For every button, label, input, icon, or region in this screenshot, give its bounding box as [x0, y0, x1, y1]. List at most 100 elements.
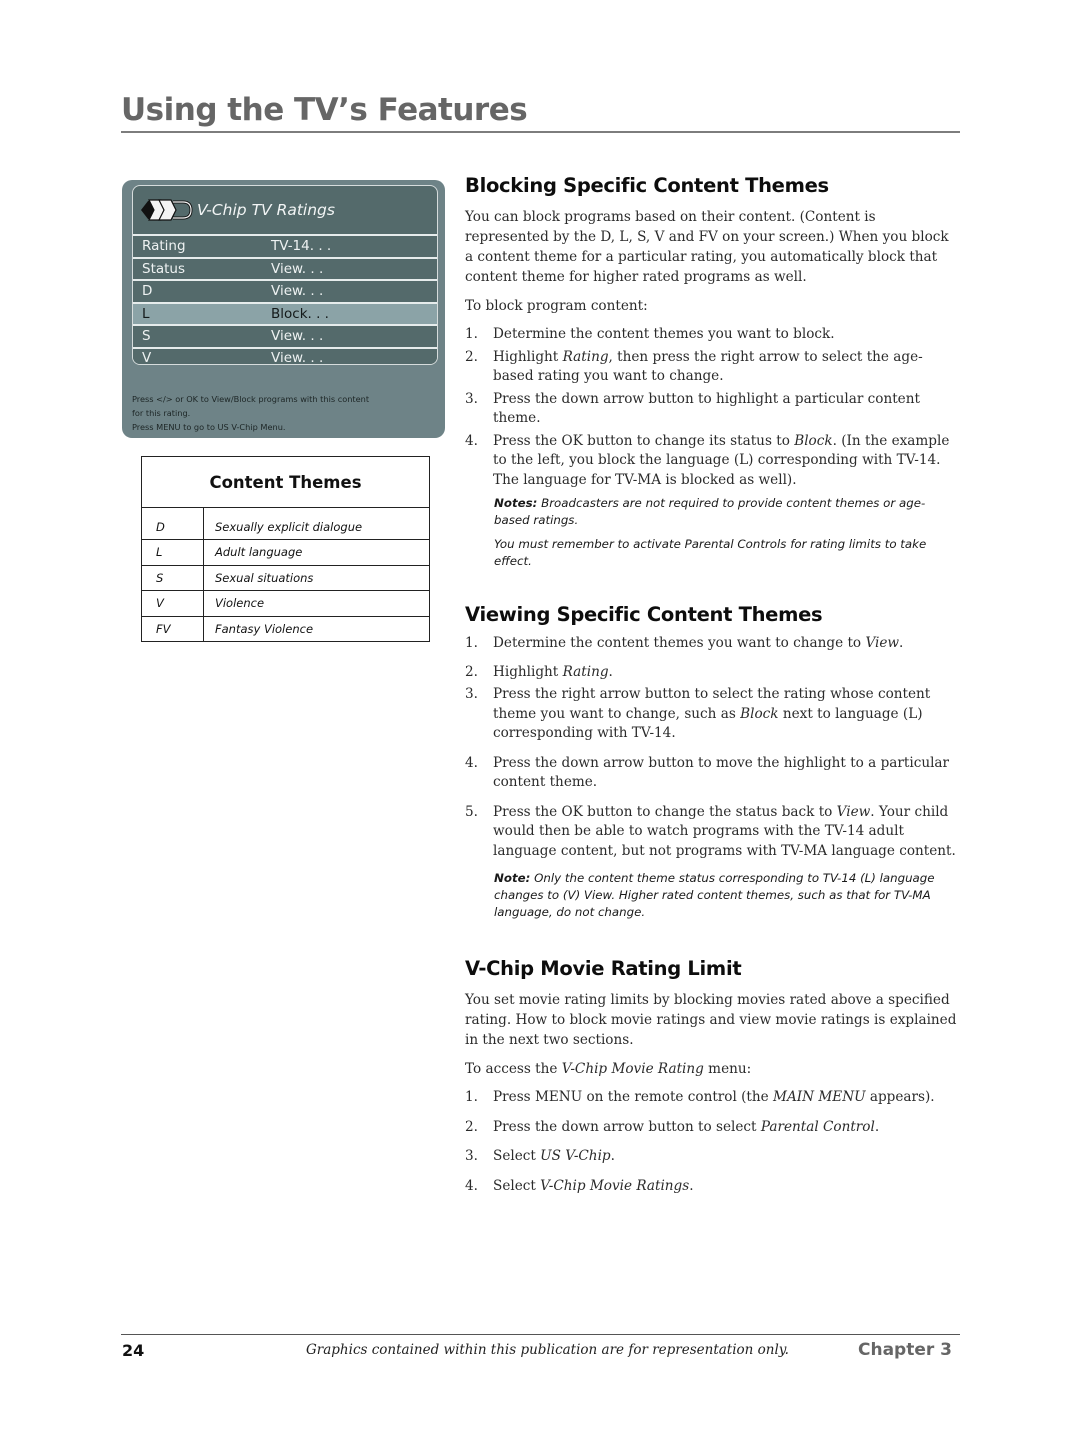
step-item: 1. Press MENU on the remote control (the … [465, 1088, 960, 1108]
step-text: Press MENU on the remote control (the MA… [493, 1088, 935, 1108]
step-text: Press the down arrow button to select Pa… [493, 1118, 879, 1138]
step-number: 4. [465, 1177, 478, 1194]
tv-row-label: L [142, 305, 150, 322]
step-text-part: Highlight [493, 348, 563, 365]
tv-row-label: Rating [142, 238, 186, 255]
step-text: Select US V-Chip. [493, 1147, 615, 1167]
tv-menu-row[interactable]: L Block. . . [133, 301, 437, 324]
step-text: Press the right arrow button to select t… [493, 685, 960, 744]
theme-description: Fantasy Violence [203, 615, 430, 642]
step-text-part: Highlight [493, 663, 563, 680]
tv-row-label: D [142, 283, 153, 300]
step-text: Press the down arrow button to move the … [493, 754, 950, 791]
step-text: Select V-Chip Movie Ratings. [493, 1177, 694, 1197]
step-number: 4. [465, 432, 478, 449]
note-label: Notes: [494, 496, 538, 510]
tv-menu-rows: Rating TV-14. . . Status View. . . D View. . … [133, 234, 437, 365]
step-item: 4. Press the down arrow button to move th… [465, 754, 960, 793]
step-item: 2. Highlight Rating, then press the right… [465, 348, 960, 387]
blocking-intro: You can block programs based on their co… [465, 209, 949, 285]
step-number: 1. [465, 635, 478, 651]
theme-code: S [141, 564, 204, 591]
blocking-section: Blocking Specific Content Themes You can… [465, 174, 960, 570]
v-chip-tv-icon [141, 199, 193, 221]
tv-menu-row[interactable]: V View. . . [133, 346, 437, 365]
tv-row-value: TV-14. . . [271, 238, 332, 255]
blocking-note-2: You must remember to activate Parental C… [494, 537, 927, 568]
step-text-part: Press the OK button to change its status… [493, 432, 795, 449]
step-text-part: . [610, 1148, 615, 1164]
step-text: Highlight Rating. [493, 663, 613, 683]
viewing-heading: Viewing Specific Content Themes [465, 603, 823, 626]
movie-lead-text: To access the [465, 1061, 562, 1077]
movie-steps: 1. Press MENU on the remote control (the … [465, 1088, 960, 1196]
step-emphasis: Rating [562, 348, 609, 365]
step-text-part: Select [493, 1148, 541, 1164]
step-text-part: Press MENU on the remote control (the [493, 1089, 774, 1105]
note-text: Only the content theme status correspond… [494, 871, 935, 919]
tv-help-line: for this rating. [132, 408, 191, 418]
step-emphasis: View [865, 635, 900, 651]
movie-intro: You set movie rating limits by blocking … [465, 992, 957, 1048]
page-number: 24 [122, 1341, 145, 1360]
page-title: Using the TV’s Features [121, 92, 528, 128]
viewing-note: Note: Only the content theme status corr… [465, 870, 960, 921]
content-themes-table: Content Themes D Sexually explicit dialog… [141, 456, 430, 642]
tv-row-value: View. . . [271, 349, 324, 365]
step-item: 3. Select US V-Chip. [465, 1147, 960, 1167]
tv-menu-frame: V-Chip TV Ratings Rating TV-14. . . Status… [132, 185, 438, 365]
step-text-part: Press the down arrow button to select [493, 1118, 761, 1135]
tv-row-label: Status [142, 260, 186, 277]
tv-menu-row[interactable]: Status View. . . [133, 256, 437, 279]
theme-description: Violence [203, 590, 430, 616]
tv-menu-row[interactable]: S View. . . [133, 324, 437, 347]
step-text-part: . [689, 1177, 694, 1194]
viewing-steps: 1. Determine the content themes you want … [465, 634, 960, 861]
step-number: 1. [465, 1089, 478, 1105]
step-item: 4. Press the OK button to change its stat… [465, 432, 960, 491]
movie-rating-section: V-Chip Movie Rating Limit You set movie … [465, 957, 960, 1196]
tv-row-value: Block. . . [271, 305, 329, 322]
step-emphasis: MAIN MENU [773, 1089, 866, 1105]
step-emphasis: View [836, 803, 871, 820]
movie-lead: To access the V-Chip Movie Rating menu: [465, 1059, 960, 1079]
step-text-part: appears). [865, 1089, 935, 1105]
step-number: 2. [465, 348, 478, 365]
step-text: Determine the content themes you want to… [493, 326, 835, 342]
step-number: 4. [465, 754, 478, 771]
note-label: Note: [494, 871, 531, 885]
tv-row-value: View. . . [271, 328, 324, 345]
content-theme-row: L Adult language [141, 539, 430, 565]
theme-code: FV [141, 615, 204, 642]
step-number: 2. [465, 1118, 478, 1135]
step-text: Press the down arrow button to highlight… [493, 390, 920, 427]
step-item: 1. Determine the content themes you want … [465, 325, 960, 345]
theme-description: Sexually explicit dialogue [215, 520, 363, 534]
step-number: 3. [465, 686, 478, 702]
chapter-label: Chapter 3 [858, 1340, 953, 1360]
theme-description: Sexual situations [203, 564, 430, 591]
step-text: Highlight Rating, then press the right a… [493, 348, 960, 387]
blocking-lead: To block program content: [465, 298, 648, 314]
viewing-section: Viewing Specific Content Themes 1. Determ… [465, 603, 960, 921]
tv-row-value: View. . . [271, 260, 324, 277]
tv-menu-row[interactable]: D View. . . [133, 279, 437, 302]
tv-help-line: Press MENU to go to US V-Chip Menu. [132, 422, 286, 432]
tv-help-line: Press </> or OK to View/Block programs w… [132, 394, 370, 404]
tv-menu-row[interactable]: Rating TV-14. . . [133, 234, 437, 257]
step-item: 5. Press the OK button to change the stat… [465, 803, 960, 862]
step-emphasis: V-Chip Movie Ratings [540, 1177, 690, 1194]
theme-description: Adult language [203, 539, 430, 565]
title-divider [121, 131, 960, 133]
step-text: Press the OK button to change the status… [493, 803, 960, 862]
step-item: 2. Highlight Rating. [465, 663, 960, 683]
content-themes-title: Content Themes [141, 456, 430, 508]
vchip-tv-ratings-screen: V-Chip TV Ratings Rating TV-14. . . Status… [122, 180, 445, 438]
step-number: 2. [465, 663, 478, 680]
blocking-note: Notes: Broadcasters are not required to … [465, 495, 960, 529]
tv-row-label: S [142, 328, 151, 345]
step-text-part: . [608, 663, 613, 680]
footer-disclaimer: Graphics contained within this publicati… [306, 1342, 789, 1358]
movie-lead-menu-name: V-Chip Movie Rating [561, 1061, 704, 1077]
tv-menu-help: Press </> or OK to View/Block programs w… [132, 392, 432, 434]
